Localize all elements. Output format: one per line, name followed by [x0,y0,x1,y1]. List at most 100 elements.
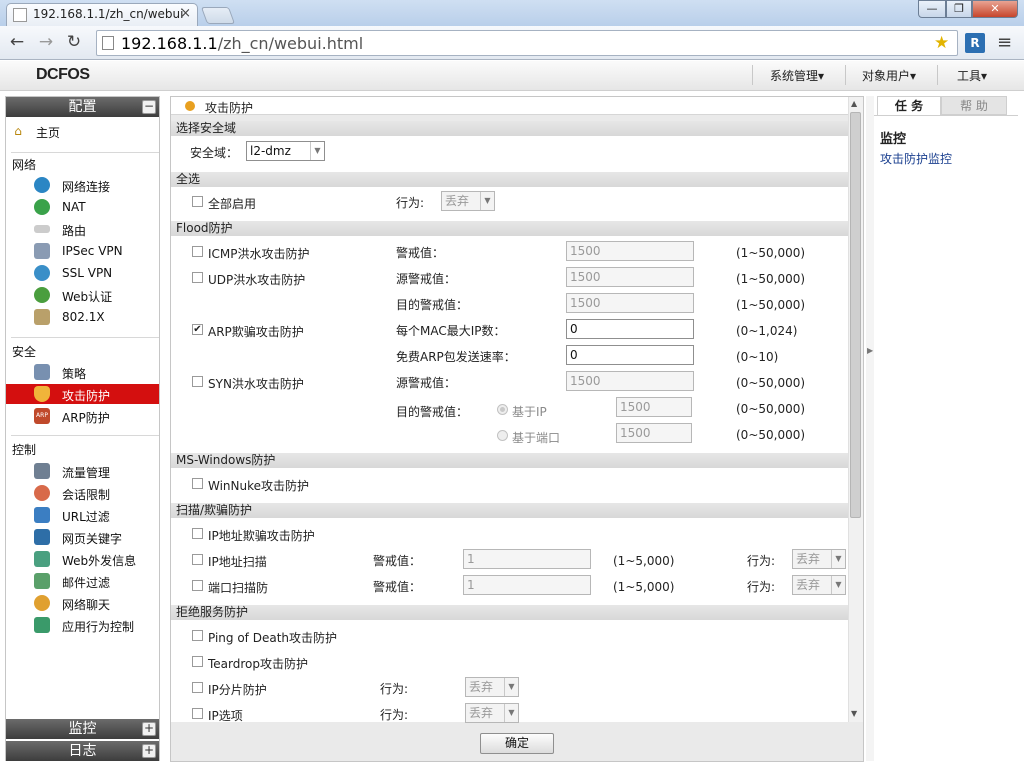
page-icon [102,36,114,50]
ping-of-death-label: Ping of Death攻击防护 [208,631,338,645]
sidebar-item-traffic[interactable]: 流量管理 [6,461,159,481]
syn-src-warn-input[interactable]: 1500 [566,371,694,391]
icmp-label: ICMP洪水攻击防护 [208,247,310,261]
by-port-radio[interactable] [497,430,508,441]
collapse-icon[interactable]: − [142,100,156,114]
bookmark-star-icon[interactable]: ★ [934,33,949,53]
scroll-down-icon[interactable]: ▼ [851,709,857,718]
winnuke-checkbox[interactable] [192,478,203,489]
8021x-icon [34,309,50,325]
sidebar-item-url-filter[interactable]: URL过滤 [6,505,159,525]
menu-object-user[interactable]: 对象用户▾ [862,67,916,84]
forward-icon[interactable]: → [35,31,57,53]
minimize-button[interactable]: — [918,0,946,18]
scrollbar-thumb[interactable] [850,112,861,518]
tab-title: 192.168.1.1/zh_cn/webui [33,7,183,21]
sidebar-item-keyword[interactable]: 网页关键字 [6,527,159,547]
ip-option-action-select[interactable]: 丢弃 ▼ [465,703,519,723]
by-ip-radio[interactable] [497,404,508,415]
sidebar-monitor-header[interactable]: 监控 + [6,719,159,739]
syn-port-input[interactable]: 1500 [616,423,692,443]
syn-checkbox[interactable] [192,376,203,387]
ip-frag-action-select[interactable]: 丢弃 ▼ [465,677,519,697]
page-icon [13,8,27,22]
attack-monitor-link[interactable]: 攻击防护监控 [880,150,952,167]
sidebar-item-policy[interactable]: 策略 [6,362,159,382]
back-icon[interactable]: ← [6,31,28,53]
sidebar-item-ipsec-vpn[interactable]: IPSec VPN [6,241,159,261]
sidebar-item-nat[interactable]: NAT [6,197,159,217]
policy-icon [34,364,50,380]
sidebar-config-header[interactable]: 配置 − [6,97,159,117]
icmp-checkbox[interactable] [192,246,203,257]
ok-button[interactable]: 确定 [480,733,554,754]
menu-tools[interactable]: 工具▾ [957,67,987,84]
enable-all-checkbox[interactable] [192,196,203,207]
range-hint: (0~50,000) [736,428,806,442]
ip-option-label: IP选项 [208,709,243,723]
ip-scan-action-select[interactable]: 丢弃 ▼ [792,549,846,569]
sidebar-item-web-outgoing[interactable]: Web外发信息 [6,549,159,569]
expand-icon[interactable]: + [142,722,156,736]
sidebar-item-app-control[interactable]: 应用行为控制 [6,615,159,635]
ip-option-checkbox[interactable] [192,708,203,719]
browser-tab[interactable]: 192.168.1.1/zh_cn/webui × [6,3,198,26]
panel-splitter[interactable]: ▶ [866,96,874,761]
udp-dst-warn-label: 目的警戒值： [396,298,469,312]
ip-scan-warn-input[interactable]: 1 [463,549,591,569]
sidebar-item-ssl-vpn[interactable]: SSL VPN [6,263,159,283]
port-scan-label: 端口扫描防 [208,581,269,595]
extension-icon[interactable]: R [965,33,985,53]
icmp-warn-input[interactable]: 1500 [566,241,694,261]
teardrop-checkbox[interactable] [192,656,203,667]
tab-help[interactable]: 帮 助 [941,96,1007,115]
udp-dst-warn-input[interactable]: 1500 [566,293,694,313]
sidebar-item-web-auth[interactable]: Web认证 [6,285,159,305]
ping-of-death-checkbox[interactable] [192,630,203,641]
menu-system-admin[interactable]: 系统管理▾ [770,67,824,84]
arp-icon: ARP [34,408,50,424]
tab-close-icon[interactable]: × [180,6,191,21]
range-hint: (0~10) [736,350,779,364]
syn-ip-input[interactable]: 1500 [616,397,692,417]
ip-spoof-checkbox[interactable] [192,528,203,539]
max-ip-input[interactable]: 0 [566,319,694,339]
sidebar-item-8021x[interactable]: 802.1X [6,307,159,327]
zone-select[interactable]: l2-dmz ▼ [246,141,325,161]
window-close-button[interactable]: ✕ [972,0,1018,18]
sidebar-item-home[interactable]: ⌂ 主页 [6,121,159,141]
sidebar-item-arp-protection[interactable]: ARP ARP防护 [6,406,159,426]
port-scan-checkbox[interactable] [192,580,203,591]
sidebar-item-network-connection[interactable]: 网络连接 [6,175,159,195]
expand-icon[interactable]: + [142,744,156,758]
section-security: 安全 [12,345,37,359]
maximize-button[interactable]: ❐ [946,0,972,18]
port-scan-action-select[interactable]: 丢弃 ▼ [792,575,846,595]
sidebar-item-chat[interactable]: 网络聊天 [6,593,159,613]
ip-scan-checkbox[interactable] [192,554,203,565]
mail-icon [34,573,50,589]
ip-frag-checkbox[interactable] [192,682,203,693]
sidebar-item-session-limit[interactable]: 会话限制 [6,483,159,503]
arp-rate-input[interactable]: 0 [566,345,694,365]
action-select[interactable]: 丢弃 ▼ [441,191,495,211]
reload-icon[interactable]: ↻ [63,31,85,53]
new-tab-button[interactable] [200,7,236,24]
chevron-down-icon: ▼ [831,576,845,594]
arp-checkbox[interactable]: ✔ [192,324,203,335]
udp-src-warn-input[interactable]: 1500 [566,267,694,287]
sidebar-item-route[interactable]: 路由 [6,219,159,239]
udp-checkbox[interactable] [192,272,203,283]
collapse-right-icon[interactable]: ▶ [867,346,873,355]
router-icon [34,225,50,233]
browser-menu-icon[interactable]: ≡ [997,32,1012,53]
port-scan-warn-input[interactable]: 1 [463,575,591,595]
sidebar-log-header[interactable]: 日志 + [6,741,159,761]
by-port-label: 基于端口 [512,431,561,445]
tab-task[interactable]: 任 务 [877,96,941,115]
sidebar-item-mail-filter[interactable]: 邮件过滤 [6,571,159,591]
sidebar-item-attack-protection[interactable]: 攻击防护 [6,384,159,404]
address-bar[interactable]: 192.168.1.1/zh_cn/webui.html [96,30,958,56]
scroll-up-icon[interactable]: ▲ [851,99,857,108]
logo: DCFOS [36,66,90,83]
